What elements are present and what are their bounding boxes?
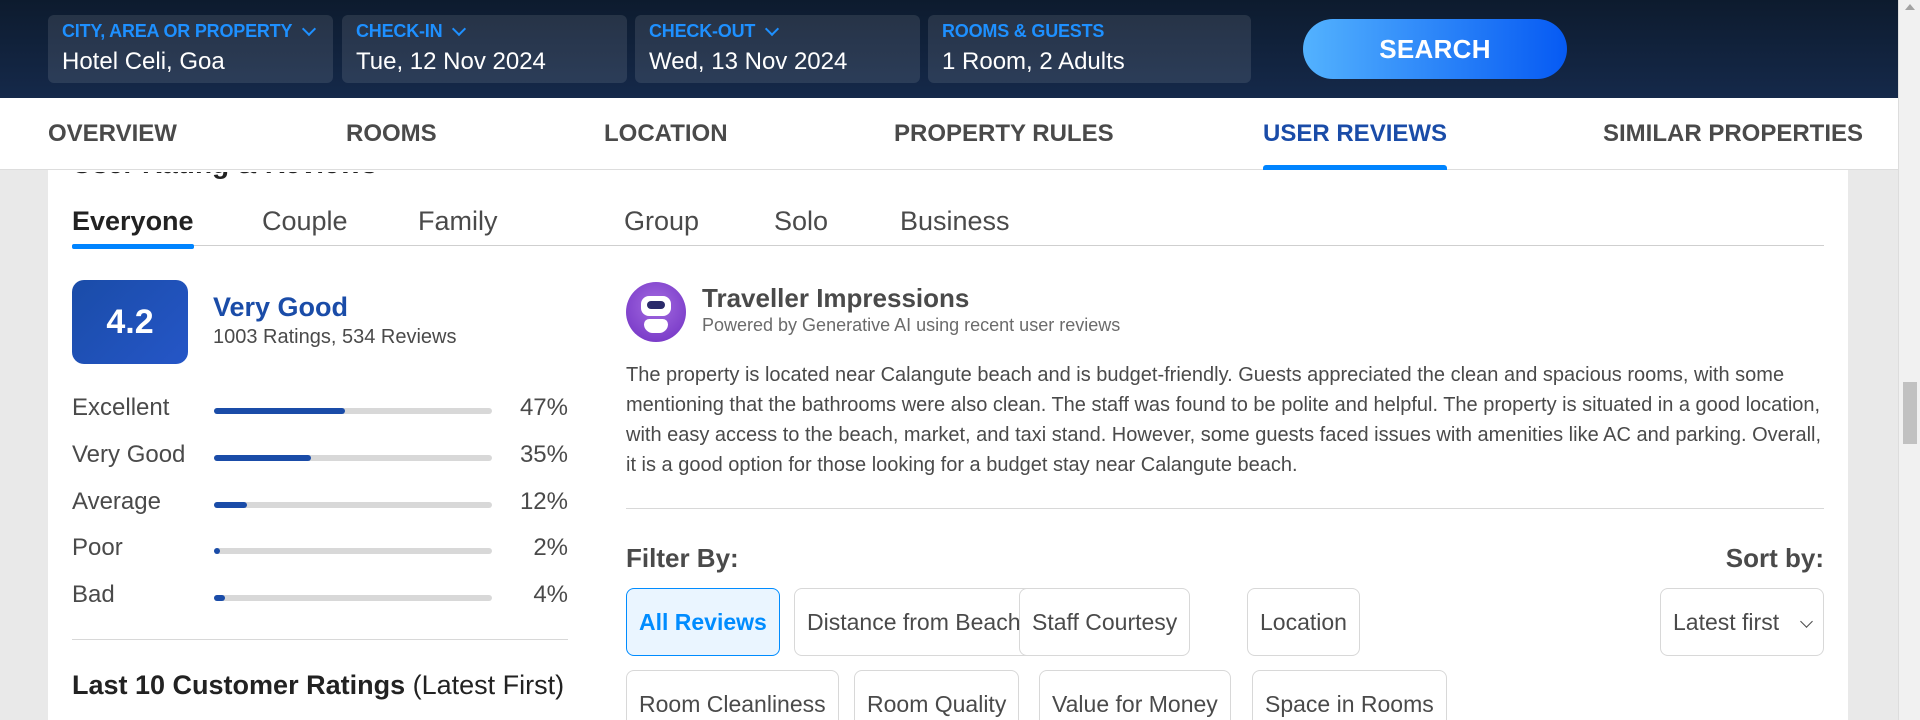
segment-business[interactable]: Business [900, 206, 1010, 237]
filter-label: Filter By: [626, 543, 739, 573]
sort-label: Sort by: [1725, 543, 1824, 573]
rating-row-poor: Poor 2% [72, 534, 568, 564]
tab-rooms[interactable]: ROOMS [346, 98, 437, 170]
rating-row-excellent: Excellent 47% [72, 394, 568, 424]
reviews-card: User Rating & Reviews Everyone Couple Fa… [48, 170, 1848, 720]
filter-chip-distance-from-beach[interactable]: Distance from Beach [794, 588, 1034, 656]
chevron-down-icon [765, 21, 780, 36]
traveller-type-tabs: Everyone Couple Family Group Solo Busine… [72, 206, 1824, 249]
rating-bar-fill [214, 595, 226, 601]
impressions-title: Traveller Impressions [702, 283, 970, 313]
search-bar: CITY, AREA OR PROPERTY Hotel Celi, Goa C… [0, 0, 1898, 98]
rating-bar-fill [214, 548, 220, 554]
tab-location[interactable]: LOCATION [604, 98, 728, 170]
checkout-field[interactable]: CHECK-OUT Wed, 13 Nov 2024 [635, 15, 920, 83]
checkout-field-value: Wed, 13 Nov 2024 [649, 48, 848, 75]
filter-chip-space-in-rooms[interactable]: Space in Rooms [1252, 670, 1447, 720]
rating-score-badge: 4.2 [72, 280, 188, 364]
checkin-field[interactable]: CHECK-IN Tue, 12 Nov 2024 [342, 15, 627, 83]
tab-user-reviews[interactable]: USER REVIEWS [1263, 98, 1448, 170]
impressions-subtitle: Powered by Generative AI using recent us… [702, 315, 1121, 335]
divider [626, 508, 1824, 509]
rating-row-percent: 4% [533, 581, 568, 608]
section-nav: OVERVIEW ROOMS LOCATION PROPERTY RULES U… [0, 98, 1898, 170]
chevron-down-icon [302, 21, 317, 36]
tab-similar-properties[interactable]: SIMILAR PROPERTIES [1603, 98, 1863, 170]
city-field-label: CITY, AREA OR PROPERTY [62, 21, 293, 41]
segment-family[interactable]: Family [418, 206, 498, 237]
filter-chip-value-for-money[interactable]: Value for Money [1039, 670, 1231, 720]
rating-row-label: Excellent [72, 394, 170, 421]
filter-chip-room-cleanliness[interactable]: Room Cleanliness [626, 670, 839, 720]
search-button[interactable]: SEARCH [1303, 19, 1567, 79]
checkin-field-label: CHECK-IN [356, 21, 443, 41]
last-ratings-heading: Last 10 Customer Ratings (Latest First) [72, 670, 564, 701]
divider [72, 639, 568, 640]
scroll-up-arrow-icon[interactable] [1905, 4, 1915, 10]
rating-row-percent: 35% [519, 441, 568, 468]
chevron-down-icon [452, 21, 467, 36]
filter-chip-room-quality[interactable]: Room Quality [854, 670, 1020, 720]
rating-row-percent: 12% [519, 488, 568, 515]
tab-overview[interactable]: OVERVIEW [48, 98, 177, 170]
rating-row-label: Very Good [72, 441, 186, 468]
segment-couple[interactable]: Couple [262, 206, 348, 237]
sort-select[interactable]: Latest first [1660, 588, 1824, 656]
rooms-guests-field-value: 1 Room, 2 Adults [942, 48, 1125, 75]
segment-group[interactable]: Group [624, 206, 699, 237]
rating-bar-track [214, 595, 492, 601]
filter-chip-location[interactable]: Location [1247, 588, 1360, 656]
city-field[interactable]: CITY, AREA OR PROPERTY Hotel Celi, Goa [48, 15, 333, 83]
rating-row-average: Average 12% [72, 488, 568, 518]
scrollbar-thumb[interactable] [1903, 382, 1917, 444]
rating-bar-track [214, 455, 492, 461]
sort-select-value: Latest first [1673, 608, 1780, 635]
rating-bar-fill [214, 408, 345, 414]
robot-icon [626, 282, 686, 342]
rating-label: Very Good [213, 292, 349, 322]
last-ratings-heading-bold: Last 10 Customer Ratings [72, 670, 406, 700]
rating-bar-track [214, 548, 492, 554]
rooms-guests-field[interactable]: ROOMS & GUESTS 1 Room, 2 Adults [928, 15, 1251, 83]
rating-row-very-good: Very Good 35% [72, 441, 568, 471]
rating-row-percent: 2% [533, 534, 568, 561]
city-field-value: Hotel Celi, Goa [62, 48, 225, 75]
rating-bar-track [214, 502, 492, 508]
chevron-down-icon [1800, 615, 1813, 628]
rating-row-label: Bad [72, 581, 115, 608]
impressions-summary: The property is located near Calangute b… [626, 364, 1822, 476]
rating-row-label: Average [72, 488, 161, 515]
checkout-field-label: CHECK-OUT [649, 21, 756, 41]
rooms-guests-field-label: ROOMS & GUESTS [942, 21, 1105, 41]
filter-chip-staff-courtesy[interactable]: Staff Courtesy [1019, 588, 1191, 656]
rating-row-bad: Bad 4% [72, 581, 568, 611]
checkin-field-value: Tue, 12 Nov 2024 [356, 48, 546, 75]
rating-bar-fill [214, 455, 312, 461]
tab-property-rules[interactable]: PROPERTY RULES [894, 98, 1114, 170]
segment-everyone[interactable]: Everyone [72, 206, 194, 249]
rating-row-percent: 47% [519, 394, 568, 421]
rating-row-label: Poor [72, 534, 123, 561]
last-ratings-heading-sub: (Latest First) [405, 670, 565, 700]
filter-chip-all-reviews[interactable]: All Reviews [626, 588, 780, 656]
page-scrollbar[interactable] [1898, 0, 1920, 720]
rating-bar-fill [214, 502, 248, 508]
rating-bar-track [214, 408, 492, 414]
segment-solo[interactable]: Solo [774, 206, 828, 237]
rating-count: 1003 Ratings, 534 Reviews [213, 326, 457, 348]
